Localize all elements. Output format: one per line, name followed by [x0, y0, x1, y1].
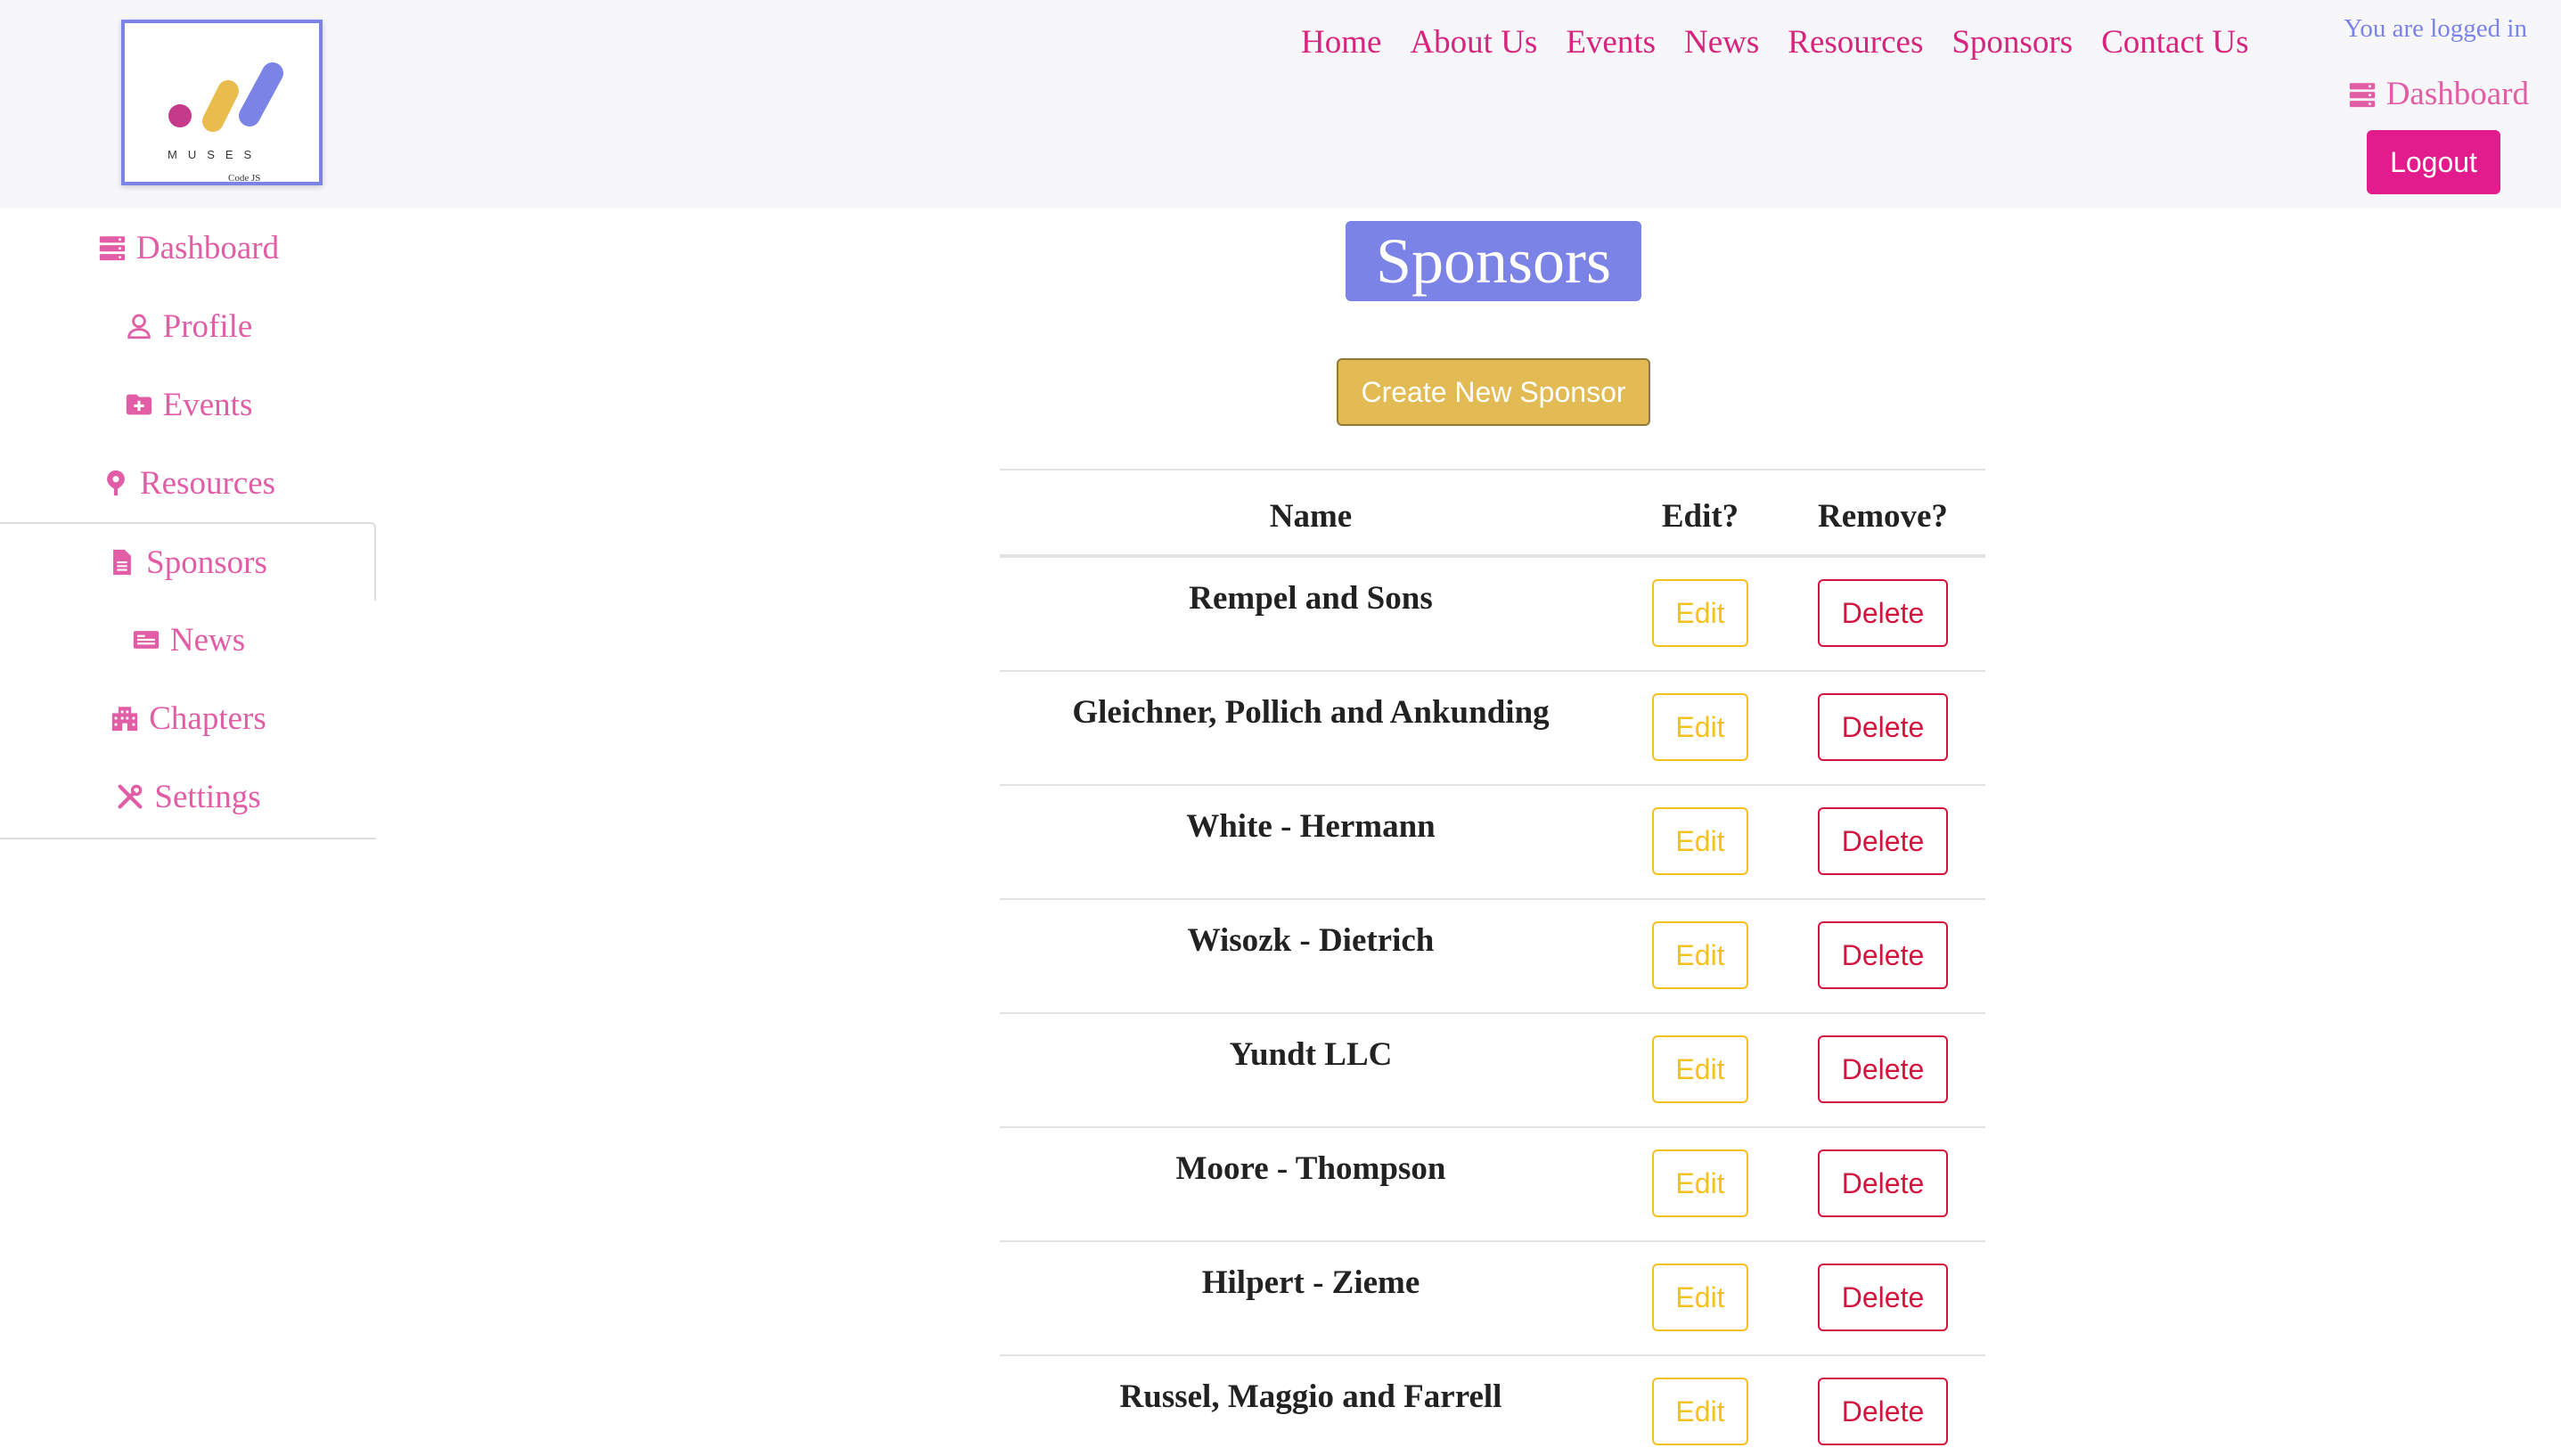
- table-row: Hilpert - Zieme Edit Delete: [1000, 1242, 1985, 1356]
- edit-button[interactable]: Edit: [1652, 1035, 1748, 1103]
- header-dashboard-link[interactable]: Dashboard: [2347, 75, 2529, 113]
- delete-button[interactable]: Delete: [1818, 1264, 1948, 1331]
- nav-link-contact-us[interactable]: Contact Us: [2101, 23, 2248, 61]
- logout-button[interactable]: Logout: [2367, 130, 2500, 194]
- logo-text: MUSES: [168, 148, 263, 161]
- table-row: Yundt LLC Edit Delete: [1000, 1014, 1985, 1128]
- sidebar-item-label: Events: [162, 386, 253, 423]
- column-header-name: Name: [1269, 498, 1353, 535]
- server-icon: [2349, 82, 2375, 107]
- sidebar-item-label: News: [169, 621, 246, 658]
- sidebar-item-label: Sponsors: [146, 544, 267, 581]
- tools-icon: [118, 784, 143, 809]
- logo-subtext: Code JS: [228, 173, 261, 184]
- delete-button[interactable]: Delete: [1818, 1035, 1948, 1103]
- sidebar-item-label: Resources: [139, 464, 276, 502]
- create-new-sponsor-button[interactable]: Create New Sponsor: [1337, 358, 1650, 426]
- edit-button[interactable]: Edit: [1652, 1378, 1748, 1445]
- table-header: Name Edit? Remove?: [1000, 469, 1985, 558]
- delete-button[interactable]: Delete: [1818, 1149, 1948, 1217]
- sidebar-item-resources[interactable]: Resources: [0, 444, 376, 522]
- sponsor-name: Hilpert - Zieme: [1201, 1264, 1420, 1301]
- sponsor-name: White - Hermann: [1186, 808, 1436, 845]
- sponsor-name: Russel, Maggio and Farrell: [1119, 1378, 1502, 1415]
- map-pin-icon: [107, 470, 125, 496]
- sidebar-item-news[interactable]: News: [0, 601, 376, 679]
- nav-link-resources[interactable]: Resources: [1788, 23, 1923, 61]
- delete-button[interactable]: Delete: [1818, 579, 1948, 647]
- page-title: Sponsors: [1346, 221, 1641, 301]
- sidebar-item-settings[interactable]: Settings: [0, 757, 376, 836]
- sidebar-divider: [0, 838, 376, 839]
- table-row: Rempel and Sons Edit Delete: [1000, 558, 1985, 672]
- sponsor-name: Rempel and Sons: [1189, 580, 1433, 617]
- folder-plus-icon: [126, 394, 151, 415]
- file-icon: [113, 549, 132, 576]
- column-header-edit: Edit?: [1661, 498, 1739, 535]
- edit-button[interactable]: Edit: [1652, 921, 1748, 989]
- table-row: Gleichner, Pollich and Ankunding Edit De…: [1000, 672, 1985, 786]
- site-header: MUSES Code JS Home About Us Events News …: [0, 0, 2561, 209]
- sponsor-name: Moore - Thompson: [1175, 1150, 1446, 1187]
- edit-button[interactable]: Edit: [1652, 807, 1748, 875]
- delete-button[interactable]: Delete: [1818, 1378, 1948, 1445]
- nav-link-events[interactable]: Events: [1566, 23, 1656, 61]
- table-row: Moore - Thompson Edit Delete: [1000, 1128, 1985, 1242]
- edit-button[interactable]: Edit: [1652, 1264, 1748, 1331]
- top-navigation: Home About Us Events News Resources Spon…: [1301, 23, 2278, 61]
- table-row: Russel, Maggio and Farrell Edit Delete: [1000, 1356, 1985, 1456]
- sidebar-item-label: Settings: [154, 778, 261, 815]
- building-icon: [112, 707, 138, 732]
- edit-button[interactable]: Edit: [1652, 693, 1748, 761]
- nav-link-news[interactable]: News: [1684, 23, 1759, 61]
- nav-link-sponsors[interactable]: Sponsors: [1951, 23, 2073, 61]
- column-header-remove: Remove?: [1818, 498, 1948, 535]
- table-row: Wisozk - Dietrich Edit Delete: [1000, 900, 1985, 1014]
- sponsor-name: Gleichner, Pollich and Ankunding: [1072, 694, 1550, 731]
- nav-link-home[interactable]: Home: [1301, 23, 1381, 61]
- sidebar-item-label: Dashboard: [135, 229, 280, 266]
- login-status: You are logged in: [2344, 14, 2527, 43]
- nav-link-about-us[interactable]: About Us: [1410, 23, 1537, 61]
- sidebar-item-events[interactable]: Events: [0, 365, 376, 444]
- user-icon: [127, 314, 151, 339]
- sidebar-item-profile[interactable]: Profile: [0, 287, 376, 365]
- sponsor-name: Yundt LLC: [1229, 1036, 1393, 1073]
- server-icon: [99, 236, 126, 261]
- delete-button[interactable]: Delete: [1818, 693, 1948, 761]
- delete-button[interactable]: Delete: [1818, 921, 1948, 989]
- newspaper-icon: [133, 631, 160, 649]
- sponsor-name: Wisozk - Dietrich: [1187, 922, 1435, 959]
- delete-button[interactable]: Delete: [1818, 807, 1948, 875]
- sidebar-item-sponsors[interactable]: Sponsors: [0, 522, 376, 601]
- brand-logo[interactable]: MUSES Code JS: [121, 20, 323, 185]
- edit-button[interactable]: Edit: [1652, 579, 1748, 647]
- sidebar-item-label: Chapters: [149, 699, 266, 737]
- edit-button[interactable]: Edit: [1652, 1149, 1748, 1217]
- sidebar-item-dashboard[interactable]: Dashboard: [0, 209, 376, 287]
- sidebar-item-chapters[interactable]: Chapters: [0, 679, 376, 757]
- header-dashboard-label: Dashboard: [2385, 76, 2529, 112]
- table-row: White - Hermann Edit Delete: [1000, 786, 1985, 900]
- sidebar-item-label: Profile: [162, 307, 253, 345]
